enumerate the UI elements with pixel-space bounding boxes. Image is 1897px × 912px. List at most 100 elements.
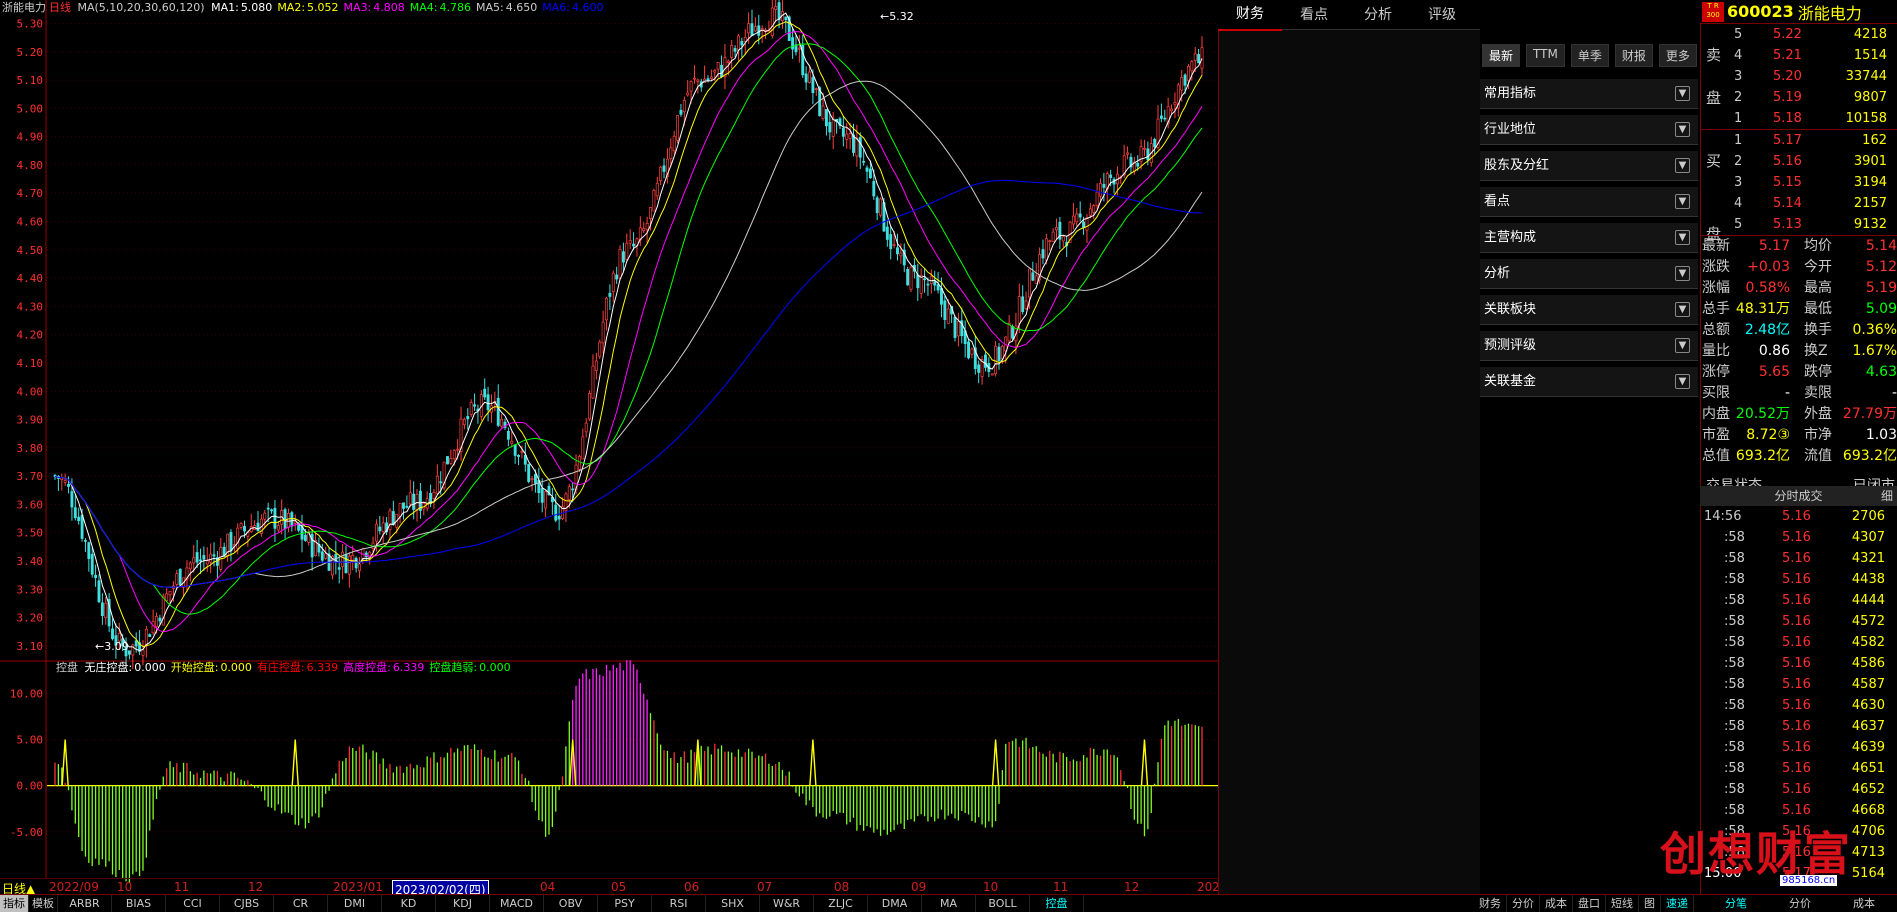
side-section[interactable]: 关联板块 ▼ [1480, 295, 1698, 325]
side-subtab[interactable]: 最新 [1482, 44, 1521, 67]
ticks-detail-button[interactable]: 细 [1881, 486, 1893, 506]
candle-body [70, 491, 74, 508]
candle-body [804, 73, 808, 83]
order-buy-row: 25.163901-812 [1700, 151, 1897, 172]
tick-price: 5.16 [1782, 719, 1811, 734]
indicator-tab[interactable]: PSY [598, 895, 652, 912]
side-subtab[interactable]: 财报 [1614, 44, 1653, 67]
indicator-tab[interactable]: CJBS [220, 895, 274, 912]
indicator-tab[interactable]: 模板 [29, 895, 58, 912]
stat-value: 4.63 [1865, 364, 1897, 380]
bottom-right-tab[interactable]: 图 [1639, 895, 1661, 912]
indicator-tab[interactable]: SHX [706, 895, 760, 912]
stat-row: 买限 - 卖限 - [1700, 383, 1897, 404]
bottom-right-tab[interactable]: 分价 [1507, 895, 1540, 912]
side-section[interactable]: 看点 ▼ [1480, 187, 1698, 217]
indicator-tab[interactable]: BIAS [112, 895, 166, 912]
candle-body [625, 242, 629, 260]
stat-key: 卖限 [1804, 385, 1832, 401]
candle-body [151, 621, 155, 634]
candle-body [747, 23, 751, 34]
chevron-down-icon: ▼ [1675, 122, 1690, 137]
candle-body [347, 555, 351, 575]
side-section[interactable]: 关联基金 ▼ [1480, 367, 1698, 397]
candle-body [408, 492, 412, 505]
candle-body [720, 64, 723, 77]
indicator-tab[interactable]: DMI [328, 895, 382, 912]
candle-body [621, 251, 625, 263]
side-section[interactable]: 分析 ▼ [1480, 259, 1698, 289]
side-tab[interactable]: 分析 [1346, 0, 1410, 30]
indicator-tab[interactable]: CCI [166, 895, 220, 912]
side-tab[interactable]: 财务 [1218, 0, 1282, 31]
candle-body [1190, 61, 1194, 72]
bottom-right-tab[interactable]: 盘口 [1573, 895, 1606, 912]
side-subtab[interactable]: 更多 [1658, 44, 1697, 67]
indicator-tab[interactable]: ARBR [58, 895, 112, 912]
indicator-tab[interactable]: CR [274, 895, 328, 912]
ticks-header[interactable]: 分时成交 细 [1700, 486, 1897, 506]
candle-body [743, 36, 747, 42]
quote-bottom-tab[interactable]: 分笔 [1704, 895, 1768, 912]
indicator-tab[interactable]: BOLL [976, 895, 1030, 912]
side-subtab[interactable]: 单季 [1570, 44, 1609, 67]
candle-body [432, 491, 436, 500]
bottom-right-tab[interactable]: 成本 [1540, 895, 1573, 912]
date-tick-label: 04 [540, 880, 556, 894]
bottom-right-tab[interactable]: 短线 [1606, 895, 1639, 912]
indicator-tab[interactable]: MA [922, 895, 976, 912]
quote-bottom-tab[interactable]: 成本 [1832, 895, 1896, 912]
sub-item-label: 开始控盘: [170, 661, 219, 674]
indicator-tab[interactable]: OBV [544, 895, 598, 912]
candle-body [598, 341, 602, 357]
indicator-tab[interactable]: KD [382, 895, 436, 912]
order-level: 2 [1734, 90, 1743, 105]
date-tick-label: 12 [1124, 880, 1140, 894]
side-section[interactable]: 预测评级 ▼ [1480, 331, 1698, 361]
indicator-tab[interactable]: ZLJC [814, 895, 868, 912]
kline-chart-svg[interactable]: 5.30 5.20 5.10 5.00 4.90 4.80 4.70 4.60 4.50 4.40… [0, 0, 1218, 894]
ma-item-value: 5.052 [307, 1, 339, 14]
side-section[interactable]: 常用指标 ▼ [1480, 79, 1698, 109]
stat-row: 内盘 20.52万 外盘 27.79万 [1700, 404, 1897, 425]
candle-body [923, 278, 927, 281]
candle-body [824, 109, 828, 127]
stat-key: 外盘 [1804, 406, 1832, 422]
indicator-tab-bar: 指标 模板 ARBR BIAS CCI CJBS CR DMI KD KDJ MACD OBV PSY R… [0, 894, 1897, 912]
indicator-tab[interactable]: MACD [490, 895, 544, 912]
order-sell-row: 5 5.22 4218 [1700, 24, 1897, 45]
stat-value: 693.2亿 [1735, 448, 1790, 464]
sub-indicator-info: 控盘 无庄控盘: 0.000 开始控盘: 0.000 有庄控盘: 6.339 高度控盘: 6.… [56, 661, 519, 675]
indicator-tab[interactable]: W&R [760, 895, 814, 912]
tick-volume: 4668 [1851, 803, 1885, 818]
side-tab[interactable]: 看点 [1282, 0, 1346, 30]
indicator-tab[interactable]: DMA [868, 895, 922, 912]
candle-body [1041, 249, 1045, 259]
order-price: 5.13 [1773, 217, 1802, 232]
quote-bottom-tab[interactable]: 分价 [1768, 895, 1832, 912]
bottom-right-tab[interactable]: 财务 [1474, 895, 1507, 912]
ma-item-label: MA3: [343, 1, 372, 14]
tick-time: :58 [1724, 635, 1745, 650]
side-subtab[interactable]: TTM [1526, 44, 1565, 67]
indicator-tab[interactable]: 指标 [0, 895, 29, 912]
side-section[interactable]: 主营构成 ▼ [1480, 223, 1698, 253]
candle-body [1061, 236, 1065, 242]
side-tab[interactable]: 评级 [1410, 0, 1474, 30]
indicator-tab[interactable]: KDJ [436, 895, 490, 912]
date-tick-label: 06 [684, 880, 700, 894]
order-sell-row: 4 5.21 1514 [1700, 45, 1897, 66]
kline-chart-area[interactable]: 5.30 5.20 5.10 5.00 4.90 4.80 4.70 4.60 4.50 4.40… [0, 0, 1218, 894]
date-tick-label: 2023/01 [333, 880, 383, 894]
side-section[interactable]: 股东及分红 ▼ [1480, 151, 1698, 181]
bottom-right-tab[interactable]: 速递 [1661, 895, 1694, 912]
candle-body [730, 44, 734, 58]
candle-body [706, 78, 710, 81]
indicator-tab[interactable]: RSI [652, 895, 706, 912]
indicator-tab[interactable]: 控盘 [1030, 895, 1084, 912]
side-section[interactable]: 行业地位 ▼ [1480, 115, 1698, 145]
stat-value: 5.12 [1865, 259, 1897, 275]
price-tick-label: 3.60 [17, 498, 44, 511]
tick-price: 5.16 [1782, 551, 1811, 566]
tick-volume: 4713 [1851, 845, 1885, 860]
